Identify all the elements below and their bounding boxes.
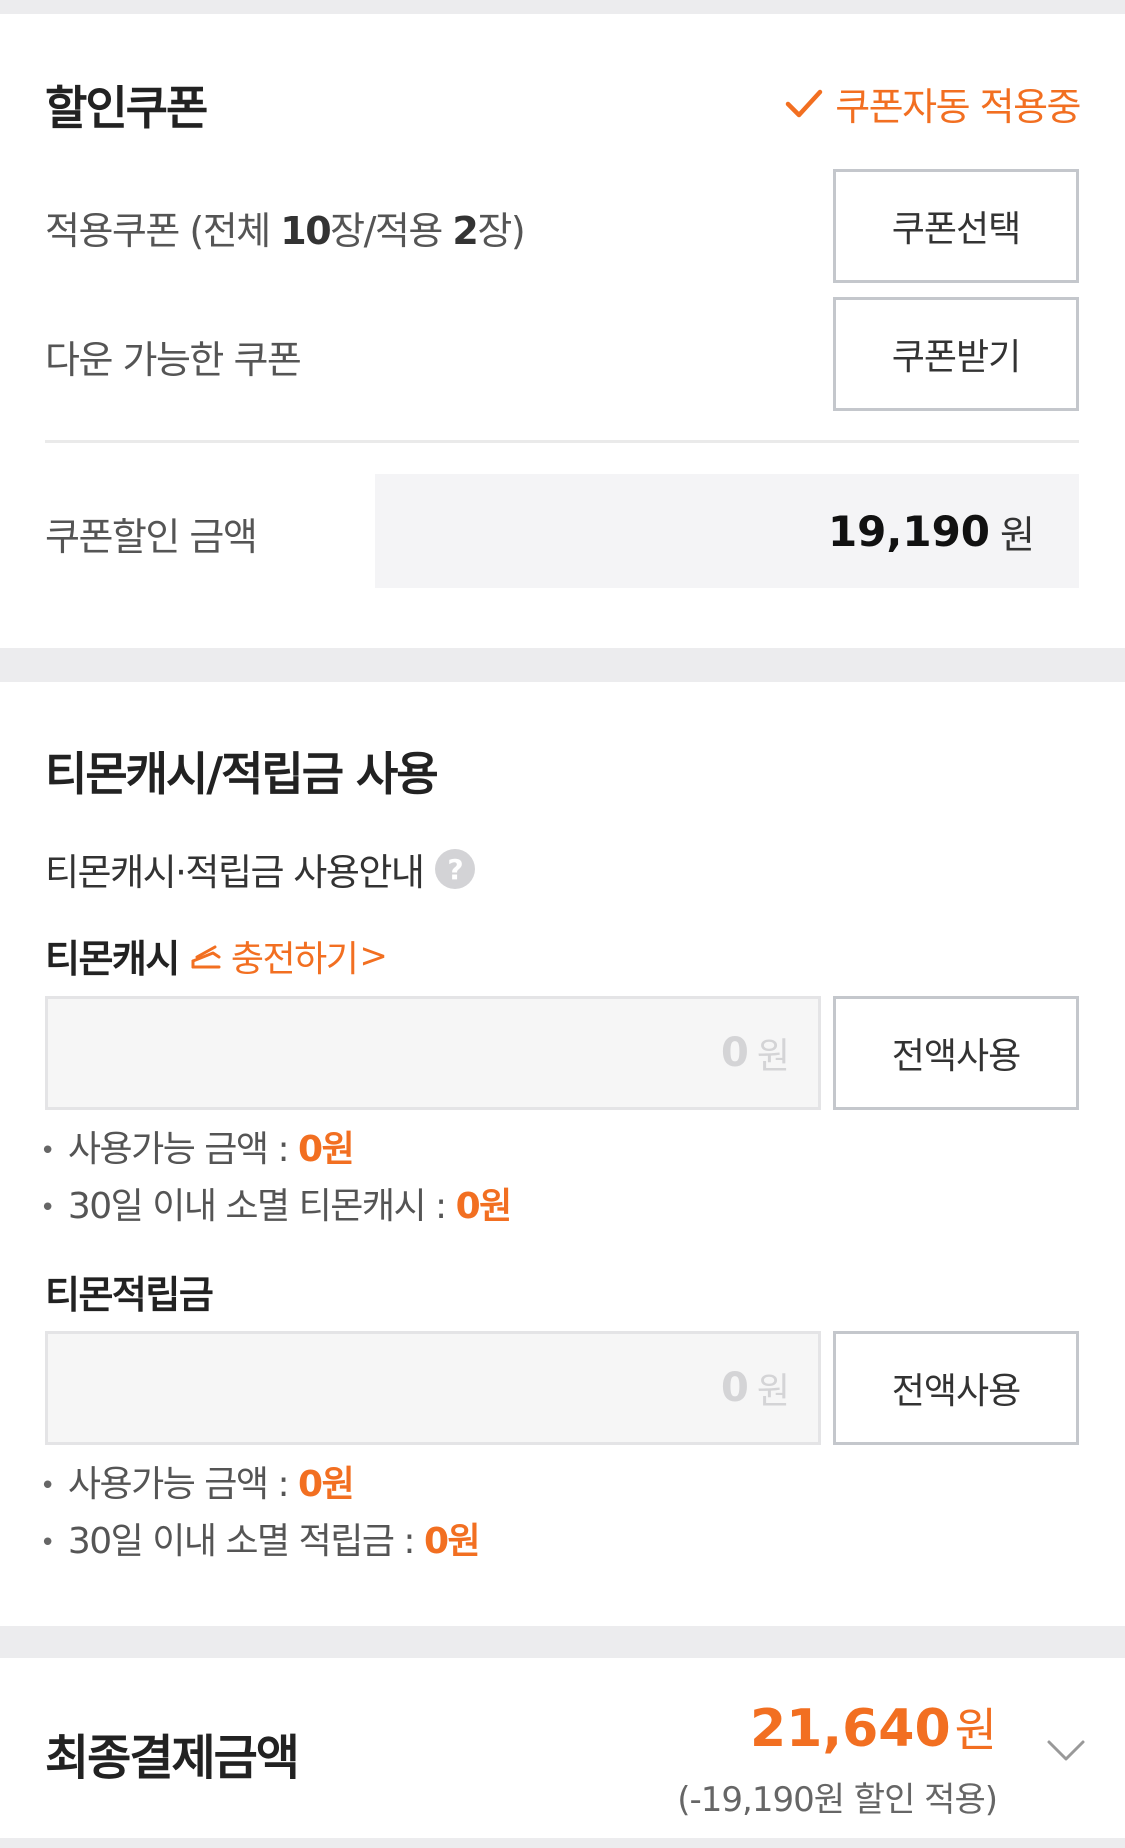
tmon-cash-use-all-button[interactable]: 전액사용 [833, 996, 1079, 1110]
tmon-points-input[interactable]: 0 원 [45, 1331, 821, 1445]
tmon-cash-available-label: 사용가능 금액 : [67, 1129, 299, 1170]
final-amount-block: 21,640 원 (-19,190원 할인 적용) [677, 1694, 998, 1821]
applied-coupon-prefix: 적용쿠폰 (전체 [45, 209, 281, 253]
applied-coupon-total: 10 [280, 209, 331, 253]
coupon-discount-amount-box: 19,190 원 [375, 474, 1079, 588]
tmon-cash-input-unit: 원 [756, 1036, 790, 1077]
chevron-down-icon[interactable] [1046, 1738, 1086, 1764]
coupon-discount-amount: 19,190 [827, 506, 991, 556]
coupon-discount-unit: 원 [1000, 512, 1035, 557]
tmon-cash-header: 티몬캐시 충전하기 > [45, 928, 388, 983]
tmon-points-available-line: • 사용가능 금액 : 0원 [40, 1464, 355, 1505]
tmon-points-label: 티몬적립금 [45, 1273, 214, 1317]
coupon-discount-label: 쿠폰할인 금액 [45, 515, 258, 559]
tmon-cash-label: 티몬캐시 [45, 937, 180, 981]
final-discount-note: (-19,190원 할인 적용) [677, 1780, 998, 1820]
coupon-select-button[interactable]: 쿠폰선택 [833, 169, 1079, 283]
tmon-points-expiring-value: 0원 [423, 1521, 481, 1562]
coupon-auto-apply-label: 쿠폰자동 적용중 [835, 85, 1081, 129]
cash-guide-row[interactable]: 티몬캐시·적립금 사용안내 ? [45, 842, 476, 896]
coupon-receive-button[interactable]: 쿠폰받기 [833, 297, 1079, 411]
applied-coupon-summary: 적용쿠폰 (전체 10장/적용 2장) [45, 200, 526, 255]
final-amount-title: 최종결제금액 [45, 1730, 300, 1786]
coupon-divider [45, 440, 1079, 443]
charge-icon [189, 939, 223, 973]
cash-section-title: 티몬캐시/적립금 사용 [45, 747, 439, 801]
tmon-points-available-label: 사용가능 금액 : [67, 1464, 299, 1505]
tmon-cash-expiring-line: • 30일 이내 소멸 티몬캐시 : 0원 [40, 1186, 513, 1227]
tmon-points-use-all-button[interactable]: 전액사용 [833, 1331, 1079, 1445]
tmon-cash-available-line: • 사용가능 금액 : 0원 [40, 1129, 355, 1170]
applied-coupon-count: 2 [452, 209, 478, 253]
downloadable-coupon-label: 다운 가능한 쿠폰 [45, 338, 302, 382]
tmon-points-input-value: 0 [721, 1365, 749, 1411]
coupon-section-title: 할인쿠폰 [45, 81, 208, 135]
tmon-cash-expiring-label: 30일 이내 소멸 티몬캐시 : [67, 1186, 456, 1227]
applied-coupon-mid: 장/적용 [330, 209, 453, 253]
coupon-auto-apply-status: 쿠폰자동 적용중 [785, 76, 1081, 131]
final-amount-section[interactable]: 최종결제금액 21,640 원 (-19,190원 할인 적용) [0, 1658, 1125, 1838]
cash-points-section: 티몬캐시/적립금 사용 티몬캐시·적립금 사용안내 ? 티몬캐시 충전하기 > … [0, 682, 1125, 1626]
tmon-cash-expiring-value: 0원 [455, 1186, 513, 1227]
final-amount-unit: 원 [954, 1703, 997, 1757]
cash-guide-label: 티몬캐시·적립금 사용안내 [45, 851, 425, 894]
tmon-points-available-value: 0원 [298, 1464, 355, 1505]
help-icon[interactable]: ? [435, 849, 476, 889]
charge-arrow-icon: > [359, 935, 388, 976]
charge-link[interactable]: 충전하기 > [189, 930, 388, 982]
coupon-section: 할인쿠폰 쿠폰자동 적용중 적용쿠폰 (전체 10장/적용 2장) 쿠폰선택 다… [0, 14, 1125, 648]
check-icon [785, 87, 823, 121]
tmon-points-input-unit: 원 [756, 1371, 790, 1412]
tmon-cash-input[interactable]: 0 원 [45, 996, 821, 1110]
tmon-cash-input-value: 0 [721, 1030, 749, 1076]
final-amount-value-row: 21,640 원 [677, 1694, 997, 1760]
tmon-points-expiring-line: • 30일 이내 소멸 적립금 : 0원 [40, 1521, 481, 1562]
tmon-points-expiring-label: 30일 이내 소멸 적립금 : [67, 1521, 424, 1562]
tmon-cash-available-value: 0원 [298, 1129, 355, 1170]
final-amount-value: 21,640 [750, 1699, 951, 1759]
charge-link-label: 충전하기 [230, 938, 359, 980]
applied-coupon-suffix: 장) [477, 209, 525, 253]
